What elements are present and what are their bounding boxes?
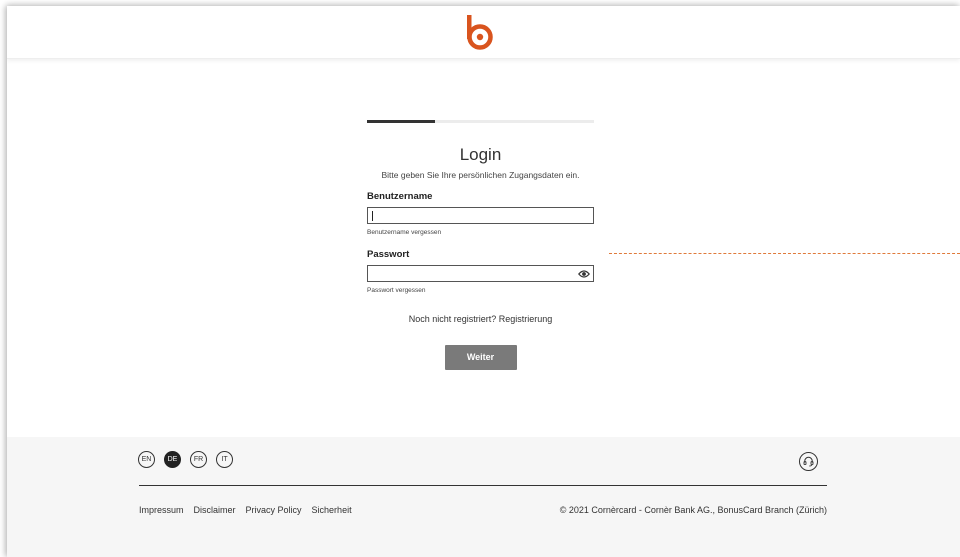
header-bar xyxy=(7,6,960,59)
decorative-dashed-line xyxy=(609,253,960,254)
support-button[interactable] xyxy=(799,452,818,471)
password-field-wrapper xyxy=(367,265,594,284)
language-en[interactable]: EN xyxy=(138,451,155,468)
login-form: Login Bitte geben Sie Ihre persönlichen … xyxy=(367,120,594,370)
bonuscard-logo-icon xyxy=(467,15,493,50)
footer: EN DE FR IT Impressum Disclaimer Privacy… xyxy=(7,437,960,557)
login-progress-bar xyxy=(367,120,594,123)
page-title: Login xyxy=(459,145,502,164)
eye-icon[interactable] xyxy=(578,269,590,279)
submit-area: Weiter xyxy=(367,345,594,370)
copyright-text: © 2021 Cornèrcard - Cornèr Bank AG., Bon… xyxy=(559,505,827,515)
register-prompt: Noch nicht registriert? Registrierung xyxy=(367,313,594,325)
language-fr[interactable]: FR xyxy=(190,451,207,468)
security-link[interactable]: Sicherheit xyxy=(312,505,352,515)
footer-divider xyxy=(139,485,827,486)
page-frame: Login Bitte geben Sie Ihre persönlichen … xyxy=(7,6,960,557)
language-it[interactable]: IT xyxy=(216,451,233,468)
continue-button[interactable]: Weiter xyxy=(444,345,517,370)
text-caret xyxy=(372,211,373,221)
username-label: Benutzername xyxy=(367,191,433,202)
disclaimer-link[interactable]: Disclaimer xyxy=(194,505,236,515)
username-field-wrapper xyxy=(367,207,594,226)
progress-fill xyxy=(367,120,436,123)
register-link[interactable]: Noch nicht registriert? Registrierung xyxy=(409,314,553,324)
footer-links: Impressum Disclaimer Privacy Policy Sich… xyxy=(139,505,352,515)
password-label: Passwort xyxy=(367,249,410,260)
impressum-link[interactable]: Impressum xyxy=(139,505,184,515)
language-selector: EN DE FR IT xyxy=(138,451,233,468)
login-instructions: Bitte geben Sie Ihre persönlichen Zugang… xyxy=(381,170,580,180)
forgot-password-link[interactable]: Passwort vergessen xyxy=(367,286,594,295)
privacy-policy-link[interactable]: Privacy Policy xyxy=(246,505,302,515)
language-de[interactable]: DE xyxy=(164,451,181,468)
password-input[interactable] xyxy=(368,268,593,284)
username-input[interactable] xyxy=(368,210,593,226)
headset-icon xyxy=(803,456,814,467)
forgot-username-link[interactable]: Benutzername vergessen xyxy=(367,228,594,237)
